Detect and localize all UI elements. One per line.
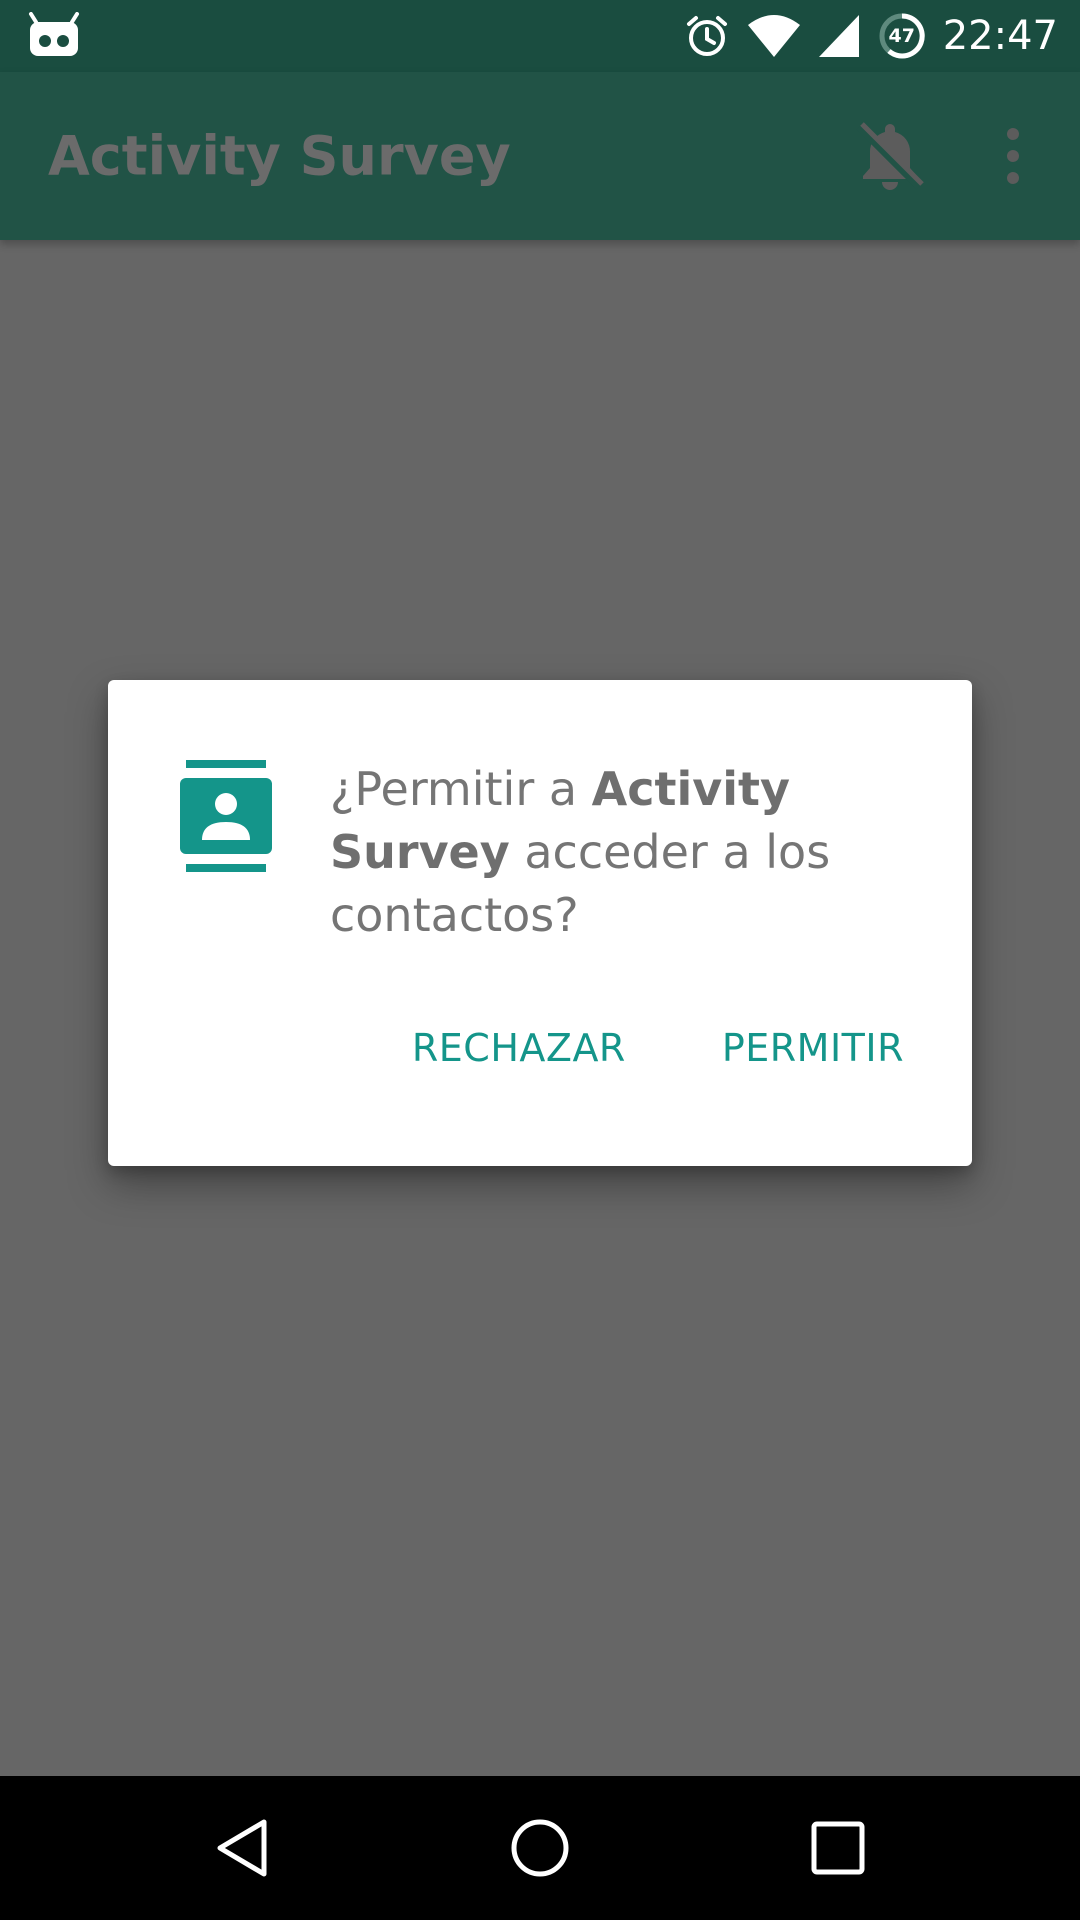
status-bar: 47 22:47 [0, 0, 1080, 72]
battery-level-text: 47 [888, 25, 915, 47]
nav-bar [0, 1776, 1080, 1920]
recents-icon[interactable] [808, 1818, 868, 1878]
notifications-off-icon[interactable] [852, 118, 928, 194]
back-icon[interactable] [212, 1816, 272, 1880]
cyanogen-mod-icon [29, 12, 79, 56]
deny-button[interactable]: RECHAZAR [412, 1016, 626, 1080]
message-prefix: ¿Permitir a [330, 762, 592, 816]
more-vert-icon[interactable] [988, 124, 1038, 188]
app-name-line1: Activity [591, 762, 791, 816]
home-icon[interactable] [508, 1816, 572, 1880]
alarm-icon [686, 16, 727, 56]
battery-icon: 47 [877, 11, 927, 61]
contacts-icon [180, 760, 272, 872]
status-time: 22:47 [942, 13, 1058, 59]
screen: 47 22:47 Activity Survey ¿Permitir a Act… [0, 0, 1080, 1920]
status-icons: 47 22:47 [683, 0, 1058, 72]
dialog-buttons: RECHAZAR PERMITIR [412, 1016, 904, 1080]
cell-signal-icon [818, 15, 859, 57]
app-bar: Activity Survey [0, 72, 1080, 240]
permission-dialog: ¿Permitir a Activity Survey acceder a los… [108, 680, 972, 1166]
app-name-line2: Survey [330, 825, 510, 879]
allow-button[interactable]: PERMITIR [722, 1016, 904, 1080]
dialog-message: ¿Permitir a Activity Survey acceder a los… [330, 758, 890, 947]
app-title: Activity Survey [48, 124, 511, 188]
wifi-icon [747, 15, 800, 57]
